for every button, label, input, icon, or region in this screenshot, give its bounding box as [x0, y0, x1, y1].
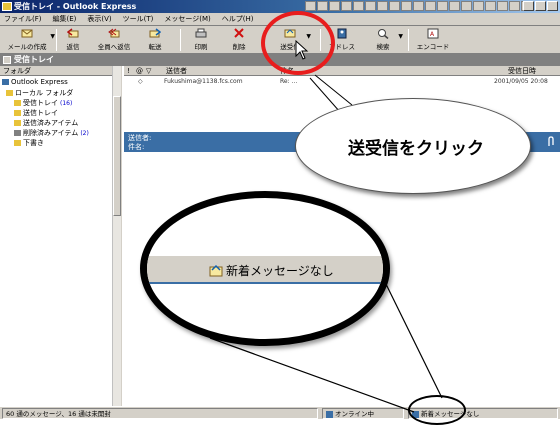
mouse-cursor-icon	[295, 40, 309, 60]
callout-text: 送受信をクリック	[348, 138, 484, 159]
zoom-magnifier: 新着メッセージなし	[140, 191, 390, 346]
zoomed-status-text: 新着メッセージなし	[226, 264, 334, 278]
send-receive-icon	[209, 264, 223, 276]
zoomed-status-bar: 新着メッセージなし	[147, 254, 383, 284]
status-highlight-ring	[408, 395, 466, 425]
instruction-callout: 送受信をクリック	[295, 98, 531, 194]
